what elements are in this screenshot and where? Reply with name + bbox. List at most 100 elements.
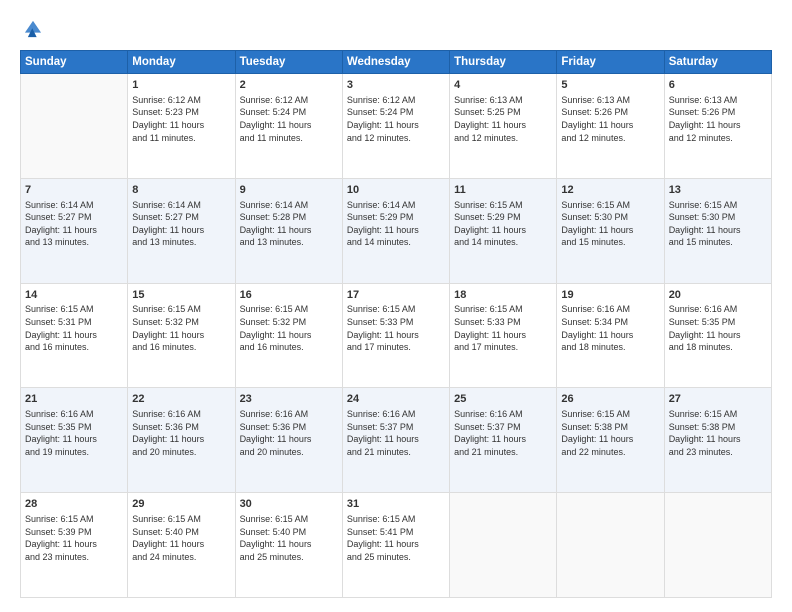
calendar-cell: 5Sunrise: 6:13 AM Sunset: 5:26 PM Daylig… bbox=[557, 74, 664, 179]
day-number: 22 bbox=[132, 392, 230, 407]
calendar-cell: 20Sunrise: 6:16 AM Sunset: 5:35 PM Dayli… bbox=[664, 283, 771, 388]
day-info: Sunrise: 6:15 AM Sunset: 5:29 PM Dayligh… bbox=[454, 199, 552, 249]
calendar-cell bbox=[21, 74, 128, 179]
day-info: Sunrise: 6:15 AM Sunset: 5:31 PM Dayligh… bbox=[25, 303, 123, 353]
day-info: Sunrise: 6:15 AM Sunset: 5:40 PM Dayligh… bbox=[240, 513, 338, 563]
day-number: 25 bbox=[454, 392, 552, 407]
day-number: 2 bbox=[240, 78, 338, 93]
calendar-cell: 26Sunrise: 6:15 AM Sunset: 5:38 PM Dayli… bbox=[557, 388, 664, 493]
calendar-week-row: 28Sunrise: 6:15 AM Sunset: 5:39 PM Dayli… bbox=[21, 493, 772, 598]
calendar-cell: 29Sunrise: 6:15 AM Sunset: 5:40 PM Dayli… bbox=[128, 493, 235, 598]
day-info: Sunrise: 6:13 AM Sunset: 5:26 PM Dayligh… bbox=[561, 94, 659, 144]
calendar-cell: 17Sunrise: 6:15 AM Sunset: 5:33 PM Dayli… bbox=[342, 283, 449, 388]
calendar-cell: 23Sunrise: 6:16 AM Sunset: 5:36 PM Dayli… bbox=[235, 388, 342, 493]
day-info: Sunrise: 6:13 AM Sunset: 5:25 PM Dayligh… bbox=[454, 94, 552, 144]
day-number: 19 bbox=[561, 288, 659, 303]
calendar-header-row: SundayMondayTuesdayWednesdayThursdayFrid… bbox=[21, 51, 772, 74]
day-info: Sunrise: 6:13 AM Sunset: 5:26 PM Dayligh… bbox=[669, 94, 767, 144]
day-number: 27 bbox=[669, 392, 767, 407]
calendar-cell bbox=[664, 493, 771, 598]
calendar-cell: 12Sunrise: 6:15 AM Sunset: 5:30 PM Dayli… bbox=[557, 178, 664, 283]
calendar-cell: 10Sunrise: 6:14 AM Sunset: 5:29 PM Dayli… bbox=[342, 178, 449, 283]
calendar-cell: 8Sunrise: 6:14 AM Sunset: 5:27 PM Daylig… bbox=[128, 178, 235, 283]
calendar-cell: 2Sunrise: 6:12 AM Sunset: 5:24 PM Daylig… bbox=[235, 74, 342, 179]
calendar-cell: 3Sunrise: 6:12 AM Sunset: 5:24 PM Daylig… bbox=[342, 74, 449, 179]
day-info: Sunrise: 6:14 AM Sunset: 5:27 PM Dayligh… bbox=[25, 199, 123, 249]
day-number: 31 bbox=[347, 497, 445, 512]
day-number: 15 bbox=[132, 288, 230, 303]
calendar-cell bbox=[450, 493, 557, 598]
calendar-table: SundayMondayTuesdayWednesdayThursdayFrid… bbox=[20, 50, 772, 598]
day-info: Sunrise: 6:14 AM Sunset: 5:29 PM Dayligh… bbox=[347, 199, 445, 249]
day-number: 12 bbox=[561, 183, 659, 198]
day-number: 7 bbox=[25, 183, 123, 198]
calendar-cell: 11Sunrise: 6:15 AM Sunset: 5:29 PM Dayli… bbox=[450, 178, 557, 283]
logo-icon bbox=[22, 18, 44, 40]
day-number: 21 bbox=[25, 392, 123, 407]
day-info: Sunrise: 6:15 AM Sunset: 5:38 PM Dayligh… bbox=[561, 408, 659, 458]
day-info: Sunrise: 6:15 AM Sunset: 5:33 PM Dayligh… bbox=[454, 303, 552, 353]
calendar-cell: 21Sunrise: 6:16 AM Sunset: 5:35 PM Dayli… bbox=[21, 388, 128, 493]
day-number: 11 bbox=[454, 183, 552, 198]
day-number: 17 bbox=[347, 288, 445, 303]
day-number: 8 bbox=[132, 183, 230, 198]
day-info: Sunrise: 6:16 AM Sunset: 5:35 PM Dayligh… bbox=[25, 408, 123, 458]
day-info: Sunrise: 6:16 AM Sunset: 5:37 PM Dayligh… bbox=[454, 408, 552, 458]
day-info: Sunrise: 6:15 AM Sunset: 5:39 PM Dayligh… bbox=[25, 513, 123, 563]
day-number: 20 bbox=[669, 288, 767, 303]
day-number: 24 bbox=[347, 392, 445, 407]
calendar-cell: 25Sunrise: 6:16 AM Sunset: 5:37 PM Dayli… bbox=[450, 388, 557, 493]
day-info: Sunrise: 6:15 AM Sunset: 5:30 PM Dayligh… bbox=[669, 199, 767, 249]
day-number: 30 bbox=[240, 497, 338, 512]
day-number: 26 bbox=[561, 392, 659, 407]
day-info: Sunrise: 6:16 AM Sunset: 5:34 PM Dayligh… bbox=[561, 303, 659, 353]
calendar-header-wednesday: Wednesday bbox=[342, 51, 449, 74]
day-info: Sunrise: 6:16 AM Sunset: 5:36 PM Dayligh… bbox=[240, 408, 338, 458]
calendar-cell: 31Sunrise: 6:15 AM Sunset: 5:41 PM Dayli… bbox=[342, 493, 449, 598]
calendar-cell: 24Sunrise: 6:16 AM Sunset: 5:37 PM Dayli… bbox=[342, 388, 449, 493]
day-info: Sunrise: 6:15 AM Sunset: 5:41 PM Dayligh… bbox=[347, 513, 445, 563]
day-number: 14 bbox=[25, 288, 123, 303]
calendar-cell: 9Sunrise: 6:14 AM Sunset: 5:28 PM Daylig… bbox=[235, 178, 342, 283]
calendar-header-sunday: Sunday bbox=[21, 51, 128, 74]
day-number: 28 bbox=[25, 497, 123, 512]
logo-text bbox=[20, 18, 44, 40]
day-number: 29 bbox=[132, 497, 230, 512]
day-number: 13 bbox=[669, 183, 767, 198]
calendar-header-friday: Friday bbox=[557, 51, 664, 74]
calendar-cell: 1Sunrise: 6:12 AM Sunset: 5:23 PM Daylig… bbox=[128, 74, 235, 179]
day-info: Sunrise: 6:14 AM Sunset: 5:27 PM Dayligh… bbox=[132, 199, 230, 249]
calendar-header-thursday: Thursday bbox=[450, 51, 557, 74]
day-info: Sunrise: 6:15 AM Sunset: 5:30 PM Dayligh… bbox=[561, 199, 659, 249]
calendar-week-row: 21Sunrise: 6:16 AM Sunset: 5:35 PM Dayli… bbox=[21, 388, 772, 493]
calendar-cell: 4Sunrise: 6:13 AM Sunset: 5:25 PM Daylig… bbox=[450, 74, 557, 179]
calendar-cell: 28Sunrise: 6:15 AM Sunset: 5:39 PM Dayli… bbox=[21, 493, 128, 598]
day-info: Sunrise: 6:15 AM Sunset: 5:33 PM Dayligh… bbox=[347, 303, 445, 353]
day-info: Sunrise: 6:16 AM Sunset: 5:37 PM Dayligh… bbox=[347, 408, 445, 458]
day-number: 4 bbox=[454, 78, 552, 93]
calendar-cell: 6Sunrise: 6:13 AM Sunset: 5:26 PM Daylig… bbox=[664, 74, 771, 179]
day-info: Sunrise: 6:15 AM Sunset: 5:40 PM Dayligh… bbox=[132, 513, 230, 563]
day-number: 23 bbox=[240, 392, 338, 407]
calendar-cell: 15Sunrise: 6:15 AM Sunset: 5:32 PM Dayli… bbox=[128, 283, 235, 388]
day-info: Sunrise: 6:12 AM Sunset: 5:24 PM Dayligh… bbox=[240, 94, 338, 144]
day-info: Sunrise: 6:15 AM Sunset: 5:38 PM Dayligh… bbox=[669, 408, 767, 458]
day-info: Sunrise: 6:12 AM Sunset: 5:24 PM Dayligh… bbox=[347, 94, 445, 144]
calendar-week-row: 14Sunrise: 6:15 AM Sunset: 5:31 PM Dayli… bbox=[21, 283, 772, 388]
day-number: 9 bbox=[240, 183, 338, 198]
day-number: 18 bbox=[454, 288, 552, 303]
page: SundayMondayTuesdayWednesdayThursdayFrid… bbox=[0, 0, 792, 612]
day-info: Sunrise: 6:15 AM Sunset: 5:32 PM Dayligh… bbox=[132, 303, 230, 353]
header bbox=[20, 18, 772, 40]
calendar-header-tuesday: Tuesday bbox=[235, 51, 342, 74]
day-number: 10 bbox=[347, 183, 445, 198]
day-number: 3 bbox=[347, 78, 445, 93]
calendar-header-saturday: Saturday bbox=[664, 51, 771, 74]
calendar-cell bbox=[557, 493, 664, 598]
day-info: Sunrise: 6:16 AM Sunset: 5:35 PM Dayligh… bbox=[669, 303, 767, 353]
calendar-cell: 19Sunrise: 6:16 AM Sunset: 5:34 PM Dayli… bbox=[557, 283, 664, 388]
day-info: Sunrise: 6:14 AM Sunset: 5:28 PM Dayligh… bbox=[240, 199, 338, 249]
calendar-cell: 22Sunrise: 6:16 AM Sunset: 5:36 PM Dayli… bbox=[128, 388, 235, 493]
day-number: 5 bbox=[561, 78, 659, 93]
calendar-cell: 16Sunrise: 6:15 AM Sunset: 5:32 PM Dayli… bbox=[235, 283, 342, 388]
